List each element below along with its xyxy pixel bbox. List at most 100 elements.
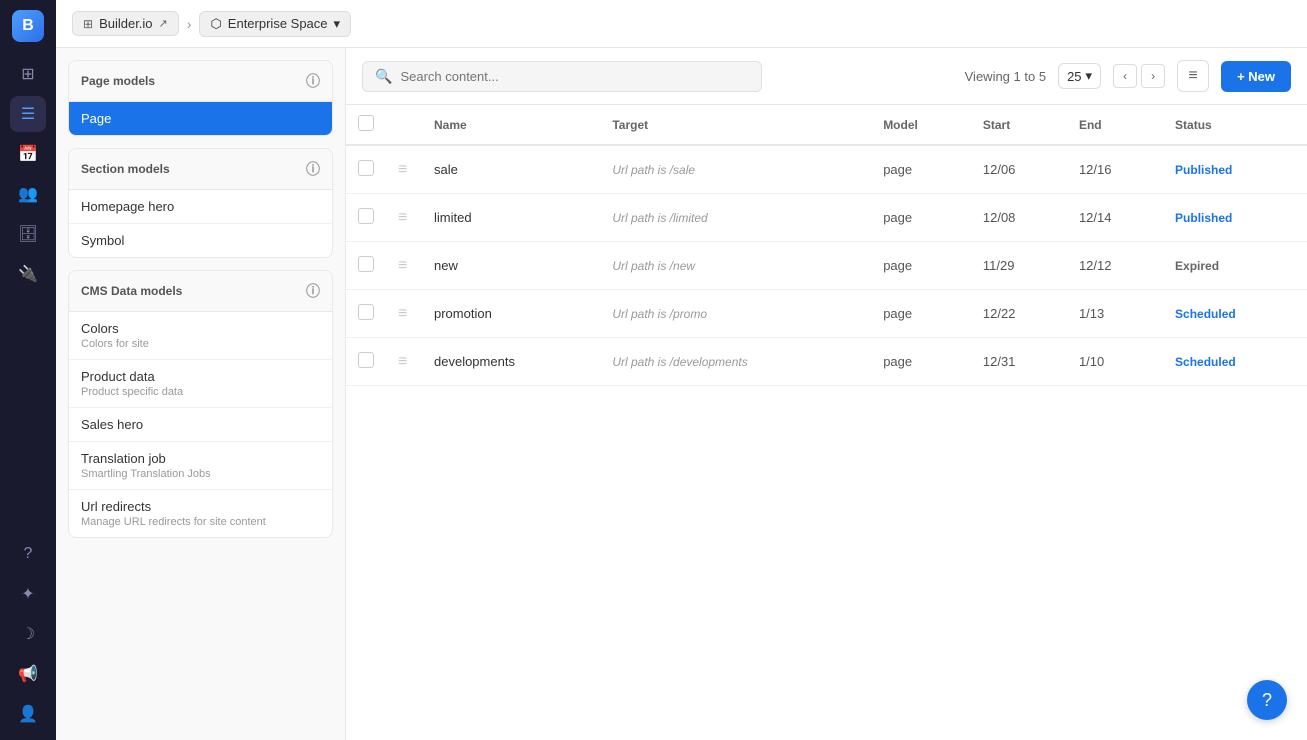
filter-icon: ≡ [1188, 67, 1197, 85]
sidebar-item-symbol[interactable]: Symbol [69, 224, 332, 257]
sidebar-item-translation-job[interactable]: Translation job Smartling Translation Jo… [69, 442, 332, 490]
page-models-title: Page models [81, 74, 155, 88]
main-area: ⊞ Builder.io ↗ › ⬡ Enterprise Space ▾ Pa… [56, 0, 1307, 740]
cell-status-3: Scheduled [1163, 290, 1307, 338]
url-redirects-label: Url redirects [81, 499, 320, 514]
cell-end-0: 12/16 [1067, 145, 1163, 194]
drag-handle-4[interactable]: ≡ [398, 353, 407, 370]
nav-user-icon[interactable]: 👤 [10, 696, 46, 732]
col-target: Target [600, 105, 871, 145]
table-row[interactable]: ≡ sale Url path is /sale page 12/06 12/1… [346, 145, 1307, 194]
nav-content-icon[interactable]: ☰ [10, 96, 46, 132]
viewing-info: Viewing 1 to 5 [965, 69, 1046, 84]
select-all-checkbox[interactable] [358, 115, 374, 131]
cell-start-1: 12/08 [971, 194, 1067, 242]
search-box[interactable]: 🔍 [362, 61, 762, 92]
nav-people-icon[interactable]: 👥 [10, 176, 46, 212]
sidebar-item-product-data[interactable]: Product data Product specific data [69, 360, 332, 408]
filter-button[interactable]: ≡ [1177, 60, 1209, 92]
search-icon: 🔍 [375, 68, 392, 85]
space-label: Enterprise Space [228, 16, 328, 31]
cell-end-2: 12/12 [1067, 242, 1163, 290]
cell-model-2: page [871, 242, 971, 290]
status-badge-3: Scheduled [1175, 305, 1236, 323]
nav-grid-icon[interactable]: ⊞ [10, 56, 46, 92]
cms-data-models-header: CMS Data models ⓘ [69, 271, 332, 312]
cell-status-0: Published [1163, 145, 1307, 194]
nav-help-icon[interactable]: ? [10, 536, 46, 572]
sidebar: B ⊞ ☰ 📅 👥 🗄 🔌 ? ✦ ☽ 📢 👤 [0, 0, 56, 740]
status-badge-2: Expired [1175, 257, 1219, 275]
cell-name-3: promotion [422, 290, 600, 338]
nav-announce-icon[interactable]: 📢 [10, 656, 46, 692]
drag-handle-1[interactable]: ≡ [398, 209, 407, 226]
drag-handle-0[interactable]: ≡ [398, 161, 407, 178]
col-start: Start [971, 105, 1067, 145]
sidebar-item-page[interactable]: Page [69, 102, 332, 135]
logo[interactable]: B [10, 8, 46, 44]
cell-target-0: Url path is /sale [600, 145, 871, 194]
col-model: Model [871, 105, 971, 145]
cell-model-0: page [871, 145, 971, 194]
prev-page-button[interactable]: ‹ [1113, 64, 1137, 88]
nav-data-icon[interactable]: 🗄 [10, 216, 46, 252]
top-bar: ⊞ Builder.io ↗ › ⬡ Enterprise Space ▾ [56, 0, 1307, 48]
nav-plugin-icon[interactable]: 🔌 [10, 256, 46, 292]
cell-start-0: 12/06 [971, 145, 1067, 194]
sidebar-item-colors[interactable]: Colors Colors for site [69, 312, 332, 360]
sidebar-item-url-redirects[interactable]: Url redirects Manage URL redirects for s… [69, 490, 332, 537]
per-page-selector[interactable]: 25 ▾ [1058, 63, 1101, 89]
sidebar-item-sales-hero[interactable]: Sales hero [69, 408, 332, 442]
search-input[interactable] [400, 69, 749, 84]
table-row[interactable]: ≡ limited Url path is /limited page 12/0… [346, 194, 1307, 242]
next-page-button[interactable]: › [1141, 64, 1165, 88]
left-panel: Page models ⓘ Page Section models ⓘ Home… [56, 48, 346, 740]
page-models-section: Page models ⓘ Page [68, 60, 333, 136]
cell-target-1: Url path is /limited [600, 194, 871, 242]
chevron-down-icon: ▾ [334, 16, 341, 32]
status-badge-1: Published [1175, 209, 1232, 227]
space-icon: ⬡ [210, 16, 221, 32]
table-row[interactable]: ≡ new Url path is /new page 11/29 12/12 … [346, 242, 1307, 290]
row-checkbox-2[interactable] [358, 256, 374, 272]
row-checkbox-4[interactable] [358, 352, 374, 368]
pagination: ‹ › [1113, 64, 1165, 88]
nav-calendar-icon[interactable]: 📅 [10, 136, 46, 172]
nav-star-icon[interactable]: ✦ [10, 576, 46, 612]
status-badge-0: Published [1175, 161, 1232, 179]
cell-model-1: page [871, 194, 971, 242]
content-table: Name Target Model Start End Status ≡ sal… [346, 105, 1307, 740]
builder-icon: ⊞ [83, 17, 93, 31]
translation-job-label: Translation job [81, 451, 320, 466]
new-button[interactable]: + New [1221, 61, 1291, 92]
table-row[interactable]: ≡ promotion Url path is /promo page 12/2… [346, 290, 1307, 338]
row-checkbox-1[interactable] [358, 208, 374, 224]
url-redirects-subtitle: Manage URL redirects for site content [81, 516, 320, 528]
per-page-value: 25 [1067, 69, 1081, 84]
cms-data-models-title: CMS Data models [81, 284, 182, 298]
cell-model-3: page [871, 290, 971, 338]
space-selector[interactable]: ⬡ Enterprise Space ▾ [199, 11, 351, 37]
builder-label: Builder.io [99, 16, 152, 31]
drag-handle-2[interactable]: ≡ [398, 257, 407, 274]
section-models-section: Section models ⓘ Homepage hero Symbol [68, 148, 333, 258]
section-models-header: Section models ⓘ [69, 149, 332, 190]
help-float-icon: ? [1262, 690, 1272, 711]
colors-label: Colors [81, 321, 320, 336]
drag-handle-3[interactable]: ≡ [398, 305, 407, 322]
page-models-info-icon[interactable]: ⓘ [306, 71, 320, 91]
row-checkbox-3[interactable] [358, 304, 374, 320]
cms-data-models-section: CMS Data models ⓘ Colors Colors for site… [68, 270, 333, 538]
right-content: 🔍 Viewing 1 to 5 25 ▾ ‹ › ≡ + New [346, 48, 1307, 740]
sidebar-item-homepage-hero[interactable]: Homepage hero [69, 190, 332, 224]
section-models-info-icon[interactable]: ⓘ [306, 159, 320, 179]
cms-data-models-info-icon[interactable]: ⓘ [306, 281, 320, 301]
table-row[interactable]: ≡ developments Url path is /developments… [346, 338, 1307, 386]
col-end: End [1067, 105, 1163, 145]
builder-breadcrumb[interactable]: ⊞ Builder.io ↗ [72, 11, 179, 36]
row-checkbox-0[interactable] [358, 160, 374, 176]
nav-moon-icon[interactable]: ☽ [10, 616, 46, 652]
cell-status-1: Published [1163, 194, 1307, 242]
help-float-button[interactable]: ? [1247, 680, 1287, 720]
content-area: Page models ⓘ Page Section models ⓘ Home… [56, 48, 1307, 740]
